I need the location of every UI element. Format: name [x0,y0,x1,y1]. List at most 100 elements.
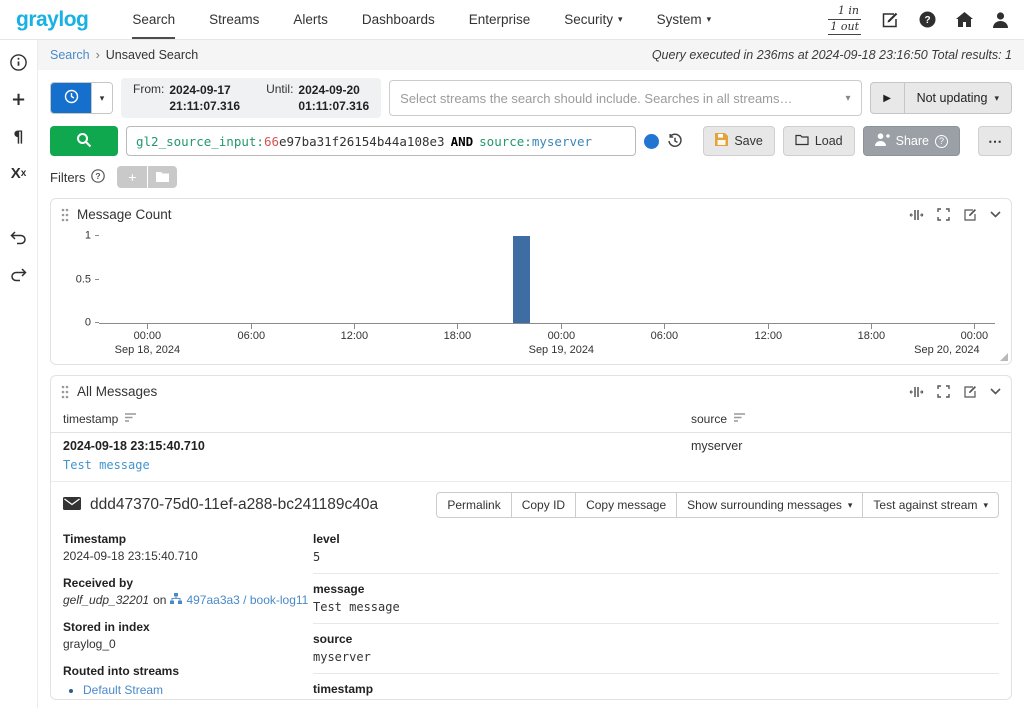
folder-icon [795,134,809,149]
copy-id-button[interactable]: Copy ID [510,492,577,518]
streams-select[interactable]: Select streams the search should include… [389,80,862,116]
field-value-message: Test message [313,600,400,614]
collapse-widget-icon[interactable] [990,211,1001,218]
nav-enterprise[interactable]: Enterprise [469,0,531,39]
share-help-icon: ? [935,134,948,148]
timerange-display[interactable]: From: 2024-09-17 21:11:07.316 Until: 2024… [121,78,382,118]
field-value-source: myserver [313,650,371,664]
more-actions-button[interactable]: ⋯ [978,126,1012,156]
nav-dashboards[interactable]: Dashboards [362,0,435,39]
create-icon[interactable]: + [8,89,30,110]
widget-title: Message Count [77,207,172,222]
left-sidebar: + ¶ Xx [0,40,38,708]
message-actions: Permalink Copy ID Copy message Show surr… [436,492,999,518]
filters-label: Filters [50,169,86,185]
compose-icon[interactable] [881,11,899,29]
edit-widget-icon[interactable] [963,208,977,222]
search-button[interactable] [50,126,118,156]
caret-down-icon: ▾ [994,92,999,103]
user-icon[interactable] [993,11,1008,28]
filters-help-icon[interactable]: ? [91,168,106,186]
test-against-stream-button[interactable]: Test against stream ▾ [862,492,999,518]
nav-system[interactable]: System ▾ [657,0,712,39]
drag-handle-icon[interactable] [61,208,69,222]
save-label: Save [734,134,763,148]
play-button[interactable]: ▶ [871,83,905,113]
formatting-icon[interactable]: ¶ [8,126,30,146]
redo-icon[interactable] [8,265,30,285]
graylog-logo[interactable]: graylog [16,8,89,32]
edit-widget-icon[interactable] [963,385,977,399]
field-name-timestamp[interactable]: timestamp [313,682,999,696]
received-by-label: Received by [63,576,134,590]
query-execution-info: Query executed in 236ms at 2024-09-18 23… [651,48,1012,62]
add-filter-button[interactable]: + [117,166,148,188]
source-column-label: source [691,412,728,426]
default-stream-link[interactable]: Default Stream [83,683,163,697]
nav-alerts[interactable]: Alerts [293,0,328,39]
focus-widget-icon[interactable] [909,209,924,221]
share-button[interactable]: Share ? [862,126,960,156]
field-name-source[interactable]: source [313,632,999,646]
timestamp-meta-value: 2024-09-18 23:15:40.710 [63,549,198,563]
field-row: timestamp 2024-09-18 23:15:40.710 [313,682,999,699]
stored-index-value: graylog_0 [63,637,116,651]
timerange-button-group: ▾ [50,82,113,114]
help-icon[interactable]: ? [919,11,936,28]
home-icon[interactable] [956,12,973,27]
routed-streams-label: Routed into streams [63,664,180,678]
navbar-right: 1 in 1 out ? [828,4,1008,36]
envelope-icon [63,497,81,513]
drag-handle-icon[interactable] [61,385,69,399]
focus-widget-icon[interactable] [909,386,924,398]
show-surrounding-button[interactable]: Show surrounding messages ▾ [676,492,864,518]
nav-security[interactable]: Security ▾ [564,0,622,39]
refresh-interval-button[interactable]: Not updating ▾ [905,83,1011,113]
fields-icon-sub: x [20,167,27,179]
fullscreen-icon[interactable] [937,208,950,221]
nav-enterprise-label: Enterprise [468,12,531,27]
collapse-widget-icon[interactable] [990,388,1001,395]
nav-streams[interactable]: Streams [209,0,259,39]
field-name-message[interactable]: message [313,582,999,596]
throughput-indicator[interactable]: 1 in 1 out [828,4,861,36]
field-name-level[interactable]: level [313,532,999,546]
received-on-text: on [153,593,167,607]
load-button[interactable]: Load [782,126,855,156]
copy-id-label: Copy ID [521,498,566,512]
query-history-icon[interactable] [667,133,683,149]
field-value-level: 5 [313,550,321,564]
node-link[interactable]: 497aa3a3 / book-log11 [186,593,308,607]
save-button[interactable]: Save [703,126,775,156]
message-detail: ddd47370-75d0-11ef-a288-bc241189c40a Per… [51,482,1011,699]
query-operator: AND [450,133,474,149]
breadcrumb-search-link[interactable]: Search [50,48,90,62]
undo-icon[interactable] [8,228,30,248]
from-time: 21:11:07.316 [169,99,241,113]
widget-resize-handle[interactable] [1000,353,1008,361]
query-validation-icon[interactable] [644,133,660,149]
filter-folder-button[interactable] [147,166,178,188]
nav-streams-label: Streams [209,12,260,27]
message-count-widget: Message Count 0 0.5 1 00:00 Sep 18, 2024… [50,198,1012,365]
column-header-source[interactable]: source [691,412,999,426]
copy-message-button[interactable]: Copy message [575,492,678,518]
column-header-timestamp[interactable]: timestamp [63,412,691,426]
timerange-caret-button[interactable]: ▾ [91,83,112,113]
query-input[interactable]: gl2_source_input: 66 e97ba31f26154b44a108e… [126,126,637,156]
permalink-button[interactable]: Permalink [436,492,512,518]
caret-down-icon: ▾ [845,92,851,104]
fields-icon[interactable]: Xx [8,163,30,183]
fields-icon-x: X [10,164,21,182]
clock-icon [64,89,79,107]
view-description-icon[interactable] [8,52,30,72]
nav-search[interactable]: Search [132,0,176,39]
share-label: Share [895,134,929,148]
fullscreen-icon[interactable] [937,385,950,398]
timerange-button[interactable] [51,83,91,113]
message-source: myserver [691,439,743,453]
search-icon [76,132,92,151]
message-row[interactable]: 2024-09-18 23:15:40.710 myserver Test me… [51,433,1011,482]
play-icon: ▶ [883,92,891,104]
all-messages-widget: All Messages timestamp source 2024-09-18… [50,375,1012,700]
